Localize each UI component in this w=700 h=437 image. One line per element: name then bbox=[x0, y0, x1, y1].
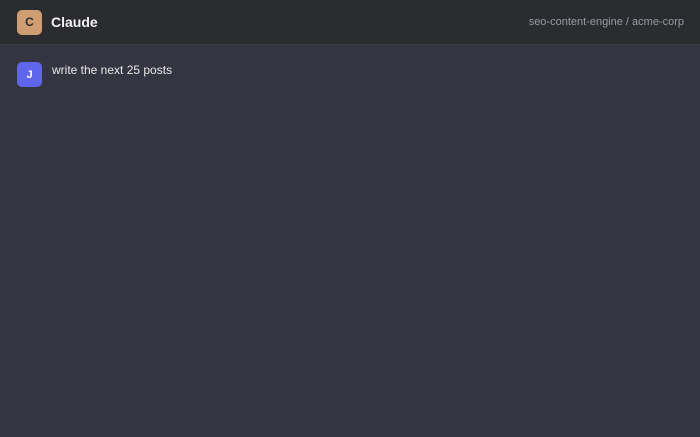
message-text: write the next 25 posts bbox=[52, 63, 173, 77]
app-title: Claude bbox=[51, 14, 98, 30]
app-header: C Claude seo-content-engine / acme-corp bbox=[0, 0, 700, 45]
brand-avatar: C bbox=[17, 9, 42, 35]
workspace-path: seo-content-engine / acme-corp bbox=[528, 16, 684, 28]
user-message: J write the next 25 posts bbox=[17, 62, 683, 87]
user-avatar: J bbox=[17, 62, 42, 87]
chat-app: C Claude seo-content-engine / acme-corp … bbox=[0, 0, 700, 437]
message-list: J write the next 25 posts bbox=[0, 45, 700, 87]
